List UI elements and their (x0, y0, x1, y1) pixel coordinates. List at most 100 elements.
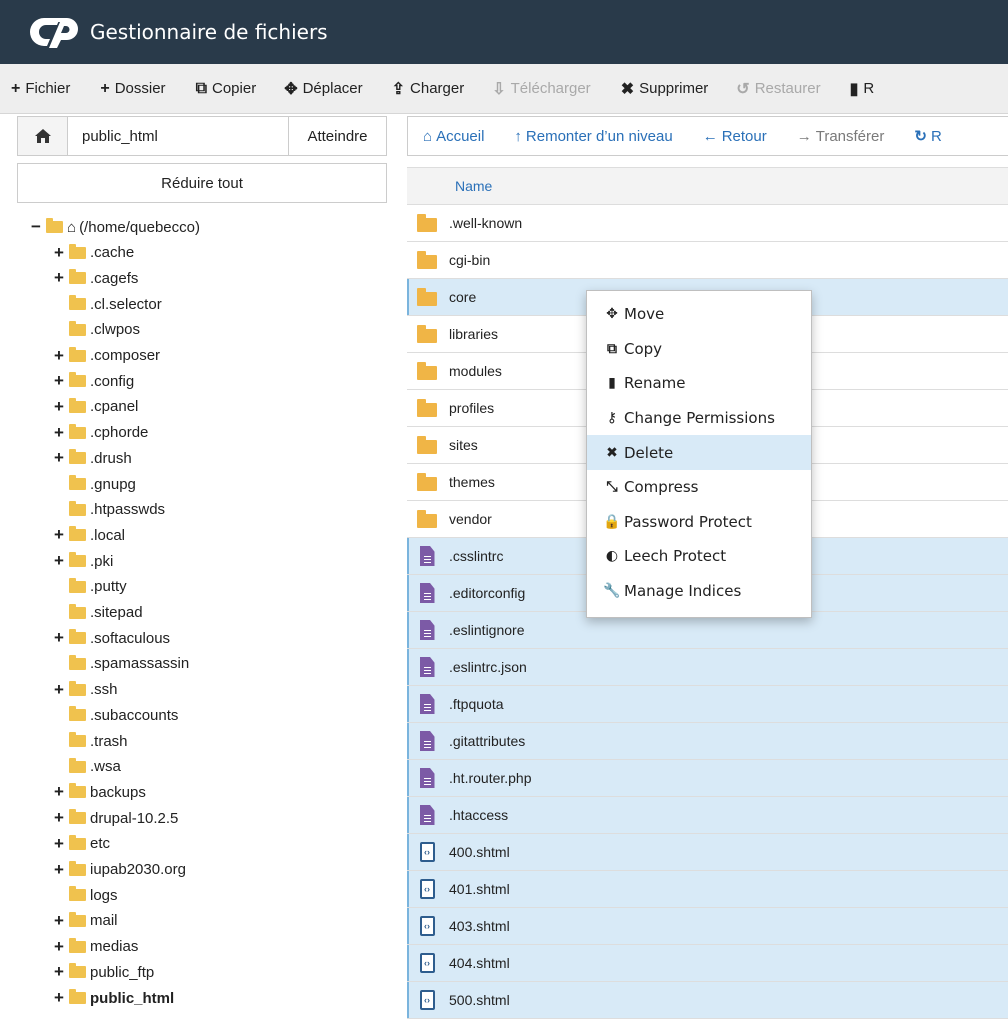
expand-icon[interactable]: + (53, 860, 65, 880)
reload-link[interactable]: ↻ R (914, 127, 941, 146)
tree-item[interactable]: logs (53, 882, 118, 908)
upload-button[interactable]: ⇪ Charger (392, 64, 465, 113)
tree-item[interactable]: + .drush (53, 445, 132, 471)
tree-item[interactable]: .spamassassin (53, 651, 189, 677)
tree-item[interactable]: + mail (53, 908, 117, 934)
up-one-level-link[interactable]: ↑ Remonter d’un niveau (514, 128, 672, 145)
tree-item[interactable]: .putty (53, 574, 127, 600)
collapse-icon[interactable]: − (30, 217, 42, 237)
expand-icon[interactable]: + (53, 680, 65, 700)
restore-button[interactable]: ↺ Restaurer (736, 64, 820, 113)
menu-item-delete[interactable]: ✖ Delete (587, 435, 811, 470)
tree-item[interactable]: + .pki (53, 548, 113, 574)
table-row[interactable]: 500.shtml (407, 982, 1008, 1019)
menu-item-rename[interactable]: ▮ Rename (587, 366, 811, 401)
tree-item[interactable]: + public_ftp (53, 959, 154, 985)
tree-item[interactable]: + .local (53, 522, 125, 548)
code-file-icon-shape (419, 842, 435, 862)
copy-button[interactable]: ⧉ Copier (196, 64, 257, 113)
table-row[interactable]: .well-known (407, 205, 1008, 242)
table-row[interactable]: .ftpquota (407, 686, 1008, 723)
expand-icon[interactable]: + (53, 371, 65, 391)
back-link[interactable]: ← Retour (703, 128, 767, 145)
table-row[interactable]: .gitattributes (407, 723, 1008, 760)
expand-icon[interactable]: + (53, 423, 65, 443)
tree-item[interactable]: + .composer (53, 343, 160, 369)
cpanel-logo[interactable] (28, 12, 84, 52)
expand-icon[interactable]: + (53, 551, 65, 571)
home-button[interactable] (18, 117, 68, 155)
rename-button[interactable]: ▮ R (850, 64, 875, 113)
folder-icon (69, 860, 86, 876)
tree-item[interactable]: .subaccounts (53, 702, 178, 728)
expand-icon[interactable]: + (53, 397, 65, 417)
table-row[interactable]: 401.shtml (407, 871, 1008, 908)
tree-item-label: .config (90, 372, 135, 390)
table-row[interactable]: 404.shtml (407, 945, 1008, 982)
table-row[interactable]: .eslintrc.json (407, 649, 1008, 686)
delete-button[interactable]: ✖ Supprimer (621, 64, 709, 113)
expand-icon[interactable]: + (53, 782, 65, 802)
download-button[interactable]: ⇩ Télécharger (492, 64, 590, 113)
menu-item-copy[interactable]: ⧉ Copy (587, 332, 811, 367)
tree-item[interactable]: + backups (53, 779, 146, 805)
name-column-header[interactable]: Name (455, 178, 492, 194)
new-file-button[interactable]: + Fichier (11, 64, 70, 113)
menu-item-leech-protect[interactable]: ◐ Leech Protect (587, 539, 811, 574)
expand-icon[interactable]: + (53, 962, 65, 982)
new-folder-button[interactable]: + Dossier (100, 64, 165, 113)
tree-item[interactable]: + drupal-10.2.5 (53, 805, 178, 831)
menu-item-move[interactable]: ✥ Move (587, 297, 811, 332)
expand-icon[interactable]: + (53, 988, 65, 1008)
expand-icon[interactable]: + (53, 937, 65, 957)
table-row[interactable]: 400.shtml (407, 834, 1008, 871)
folder-icon (69, 989, 86, 1004)
tree-item[interactable]: − ⌂ (/home/quebecco) (30, 214, 200, 240)
code-file-icon-shape (419, 916, 435, 936)
tree-item[interactable]: + .cpanel (53, 394, 138, 420)
expand-icon[interactable]: + (53, 243, 65, 263)
tree-item[interactable]: .sitepad (53, 600, 143, 626)
tree-item[interactable]: .gnupg (53, 471, 136, 497)
menu-item-manage-indices[interactable]: 🔧 Manage Indices (587, 574, 811, 609)
expand-icon[interactable]: + (53, 346, 65, 366)
tree-item[interactable]: + .cphorde (53, 420, 148, 446)
go-button[interactable]: Atteindre (288, 117, 386, 155)
folder-icon-shape (417, 398, 437, 417)
expand-icon[interactable]: + (53, 628, 65, 648)
tree-item[interactable]: + iupab2030.org (53, 857, 186, 883)
folder-icon (69, 475, 86, 490)
table-row[interactable]: .htaccess (407, 797, 1008, 834)
tree-item[interactable]: .cl.selector (53, 291, 162, 317)
expand-icon[interactable]: + (53, 448, 65, 468)
tree-item[interactable]: + .softaculous (53, 625, 170, 651)
tree-item[interactable]: + public_html (53, 985, 174, 1011)
path-input[interactable] (68, 117, 288, 155)
tree-item[interactable]: + .config (53, 368, 134, 394)
menu-item-password-protect[interactable]: 🔒 Password Protect (587, 505, 811, 540)
expand-icon[interactable]: + (53, 808, 65, 828)
tree-item[interactable]: + .cagefs (53, 265, 138, 291)
folder-icon (69, 346, 86, 362)
home-link[interactable]: ⌂ Accueil (423, 128, 484, 145)
tree-item[interactable]: + etc (53, 831, 110, 857)
menu-item-compress[interactable]: ⤡ Compress (587, 470, 811, 505)
tree-item[interactable]: + .ssh (53, 677, 117, 703)
tree-item[interactable]: .wsa (53, 754, 121, 780)
tree-item[interactable]: + .cache (53, 240, 134, 266)
tree-item[interactable]: + medias (53, 934, 138, 960)
table-row[interactable]: 403.shtml (407, 908, 1008, 945)
table-row[interactable]: cgi-bin (407, 242, 1008, 279)
expand-icon[interactable]: + (53, 834, 65, 854)
collapse-all-button[interactable]: Réduire tout (17, 163, 387, 203)
tree-item[interactable]: .clwpos (53, 317, 140, 343)
tree-item[interactable]: .trash (53, 728, 128, 754)
forward-link[interactable]: → Transférer (797, 128, 885, 145)
expand-icon[interactable]: + (53, 268, 65, 288)
menu-item-change-permissions[interactable]: ⚷ Change Permissions (587, 401, 811, 436)
move-button[interactable]: ✥ Déplacer (284, 64, 362, 113)
tree-item[interactable]: .htpasswds (53, 497, 165, 523)
table-row[interactable]: .ht.router.php (407, 760, 1008, 797)
expand-icon[interactable]: + (53, 525, 65, 545)
expand-icon[interactable]: + (53, 911, 65, 931)
